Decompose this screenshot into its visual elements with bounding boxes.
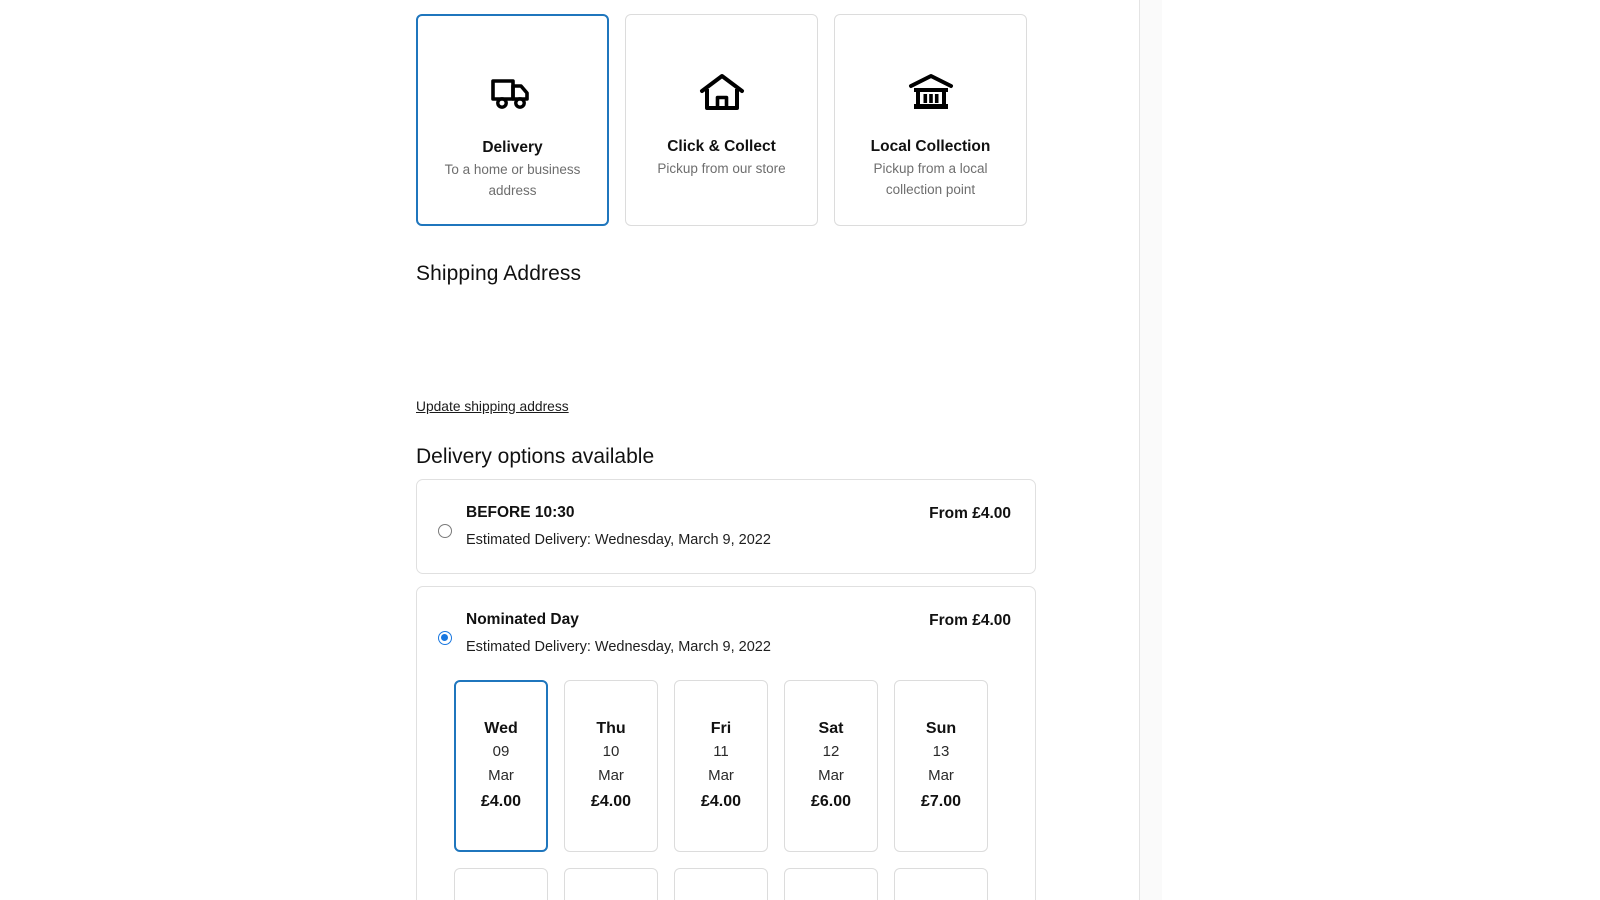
delivery-option-nominated-day[interactable]: Nominated Day Estimated Delivery: Wednes… bbox=[416, 585, 1036, 900]
page-divider bbox=[1139, 0, 1140, 900]
delivery-method-title: Delivery bbox=[482, 139, 543, 156]
delivery-option-title: BEFORE 10:30 bbox=[466, 504, 575, 521]
date-option[interactable] bbox=[784, 867, 878, 900]
delivery-truck-icon bbox=[485, 69, 541, 119]
date-option[interactable] bbox=[674, 867, 768, 900]
delivery-option-title: Nominated Day bbox=[466, 610, 579, 628]
page-right-shade bbox=[1140, 0, 1162, 900]
shipping-address-value bbox=[416, 302, 1016, 390]
date-month: Mar bbox=[928, 766, 954, 784]
delivery-option-radio[interactable] bbox=[438, 630, 452, 645]
delivery-option-eta: Estimated Delivery: Wednesday, March 9, … bbox=[466, 531, 771, 548]
date-price: £4.00 bbox=[700, 792, 742, 810]
shipping-address-heading: Shipping Address bbox=[416, 262, 582, 285]
date-option[interactable]: Sat 12 Mar £6.00 bbox=[784, 679, 878, 852]
date-day-number: 12 bbox=[822, 742, 840, 760]
delivery-method-local-collection[interactable]: Local Collection Pickup from a local col… bbox=[834, 14, 1027, 226]
date-price: £4.00 bbox=[590, 792, 632, 810]
date-day-number: 10 bbox=[602, 742, 620, 760]
date-day-of-week: Sun bbox=[925, 720, 957, 738]
delivery-option-radio[interactable] bbox=[438, 524, 452, 538]
date-option[interactable] bbox=[564, 867, 658, 900]
date-day-number: 11 bbox=[713, 742, 729, 760]
date-day-of-week: Fri bbox=[710, 720, 732, 738]
delivery-method-title: Click & Collect bbox=[667, 138, 776, 155]
date-day-of-week: Wed bbox=[484, 720, 518, 738]
delivery-options-heading: Delivery options available bbox=[416, 445, 655, 468]
delivery-method-delivery[interactable]: Delivery To a home or business address bbox=[416, 14, 609, 226]
date-day-number: 13 bbox=[932, 742, 950, 760]
home-icon bbox=[694, 68, 750, 118]
update-shipping-address-link[interactable]: Update shipping address bbox=[416, 399, 569, 414]
delivery-method-selector: Delivery To a home or business address C… bbox=[416, 14, 1027, 226]
delivery-option-price: From £4.00 bbox=[929, 611, 1011, 629]
delivery-method-title: Local Collection bbox=[870, 138, 991, 155]
date-option[interactable]: Wed 09 Mar £4.00 bbox=[454, 679, 548, 852]
delivery-method-click-and-collect[interactable]: Click & Collect Pickup from our store bbox=[625, 14, 818, 226]
delivery-method-subtitle: Pickup from a local collection point bbox=[873, 161, 988, 197]
delivery-option-eta: Estimated Delivery: Wednesday, March 9, … bbox=[466, 638, 771, 655]
date-price: £7.00 bbox=[920, 792, 962, 810]
delivery-method-subtitle: Pickup from our store bbox=[657, 161, 786, 177]
date-month: Mar bbox=[598, 766, 624, 784]
date-option[interactable]: Sun 13 Mar £7.00 bbox=[894, 679, 988, 852]
delivery-option-price: From £4.00 bbox=[929, 505, 1011, 522]
date-option[interactable]: Thu 10 Mar £4.00 bbox=[564, 679, 658, 852]
date-option[interactable] bbox=[454, 867, 548, 900]
date-day-number: 09 bbox=[492, 742, 510, 760]
delivery-method-subtitle: To a home or business address bbox=[444, 162, 581, 198]
delivery-options-list: BEFORE 10:30 Estimated Delivery: Wednesd… bbox=[416, 479, 1036, 900]
date-option[interactable]: Fri 11 Mar £4.00 bbox=[674, 679, 768, 852]
date-month: Mar bbox=[488, 766, 514, 784]
date-month: Mar bbox=[708, 766, 734, 784]
date-month: Mar bbox=[818, 766, 844, 784]
checkout-page: Delivery To a home or business address C… bbox=[0, 0, 1140, 900]
date-price: £4.00 bbox=[480, 792, 522, 810]
delivery-option-before-1030[interactable]: BEFORE 10:30 Estimated Delivery: Wednesd… bbox=[416, 479, 1036, 574]
page-right-gutter bbox=[1162, 0, 1600, 900]
bank-icon bbox=[903, 68, 959, 118]
date-day-of-week: Sat bbox=[818, 720, 844, 738]
date-price: £6.00 bbox=[810, 792, 852, 810]
date-day-of-week: Thu bbox=[596, 720, 626, 738]
nominated-day-date-grid: Wed 09 Mar £4.00 Thu 10 Mar £4.00 Fri 11 bbox=[454, 679, 1011, 900]
date-option[interactable] bbox=[894, 867, 988, 900]
